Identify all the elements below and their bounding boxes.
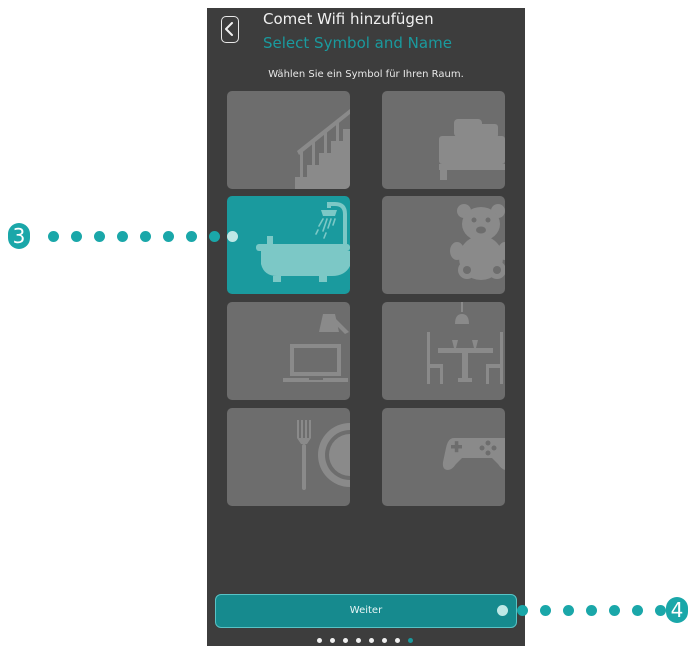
- leader-dot: [71, 231, 82, 242]
- teddy-bear-tile[interactable]: [382, 196, 505, 294]
- leader-dot: [94, 231, 105, 242]
- weiter-button[interactable]: Weiter: [215, 594, 517, 628]
- leader-dot: [609, 605, 620, 616]
- bed-icon: [439, 119, 505, 180]
- page-dot: [382, 638, 387, 643]
- plate-fork-tile[interactable]: [227, 408, 350, 506]
- leader-dot: [48, 231, 59, 242]
- callout-badge: 4: [666, 597, 688, 623]
- page-indicator: [315, 637, 420, 645]
- stairs-tile[interactable]: [227, 91, 350, 189]
- leader-dot: [117, 231, 128, 242]
- instruction-text: Wählen Sie ein Symbol für Ihren Raum.: [268, 69, 464, 80]
- back-button[interactable]: [221, 16, 239, 43]
- callout-badge: 3: [8, 223, 30, 249]
- leader-dot: [655, 605, 666, 616]
- leader-dot: [586, 605, 597, 616]
- leader-dot: [140, 231, 151, 242]
- leader-dot: [540, 605, 551, 616]
- page-dot: [356, 638, 361, 643]
- bathtub-icon: [256, 202, 350, 282]
- page-title: Comet Wifi hinzufügen: [263, 10, 434, 28]
- page-dot: [369, 638, 374, 643]
- leader-dot: [209, 231, 220, 242]
- desk-laptop-tile[interactable]: [227, 302, 350, 400]
- leader-dot: [227, 231, 238, 242]
- leader-dot: [163, 231, 174, 242]
- leader-dot: [497, 605, 508, 616]
- leader-dot: [563, 605, 574, 616]
- teddy-bear-icon: [450, 204, 505, 280]
- plate-fork-icon: [297, 420, 350, 490]
- page-dot-active: [408, 638, 413, 643]
- leader-dot: [186, 231, 197, 242]
- dining-table-tile[interactable]: [382, 302, 505, 400]
- gamepad-icon: [442, 438, 505, 470]
- leader-dot: [517, 605, 528, 616]
- page-dot: [395, 638, 400, 643]
- desk-laptop-icon: [283, 314, 349, 382]
- gamepad-tile[interactable]: [382, 408, 505, 506]
- page-dot: [343, 638, 348, 643]
- chevron-left-icon: [225, 22, 233, 36]
- page-dot: [317, 638, 322, 643]
- leader-dot: [632, 605, 643, 616]
- page-dot: [330, 638, 335, 643]
- bed-tile[interactable]: [382, 91, 505, 189]
- dining-table-icon: [427, 302, 503, 384]
- bathtub-tile[interactable]: [227, 196, 350, 294]
- page-subtitle: Select Symbol and Name: [263, 34, 452, 52]
- stairs-icon: [295, 109, 350, 189]
